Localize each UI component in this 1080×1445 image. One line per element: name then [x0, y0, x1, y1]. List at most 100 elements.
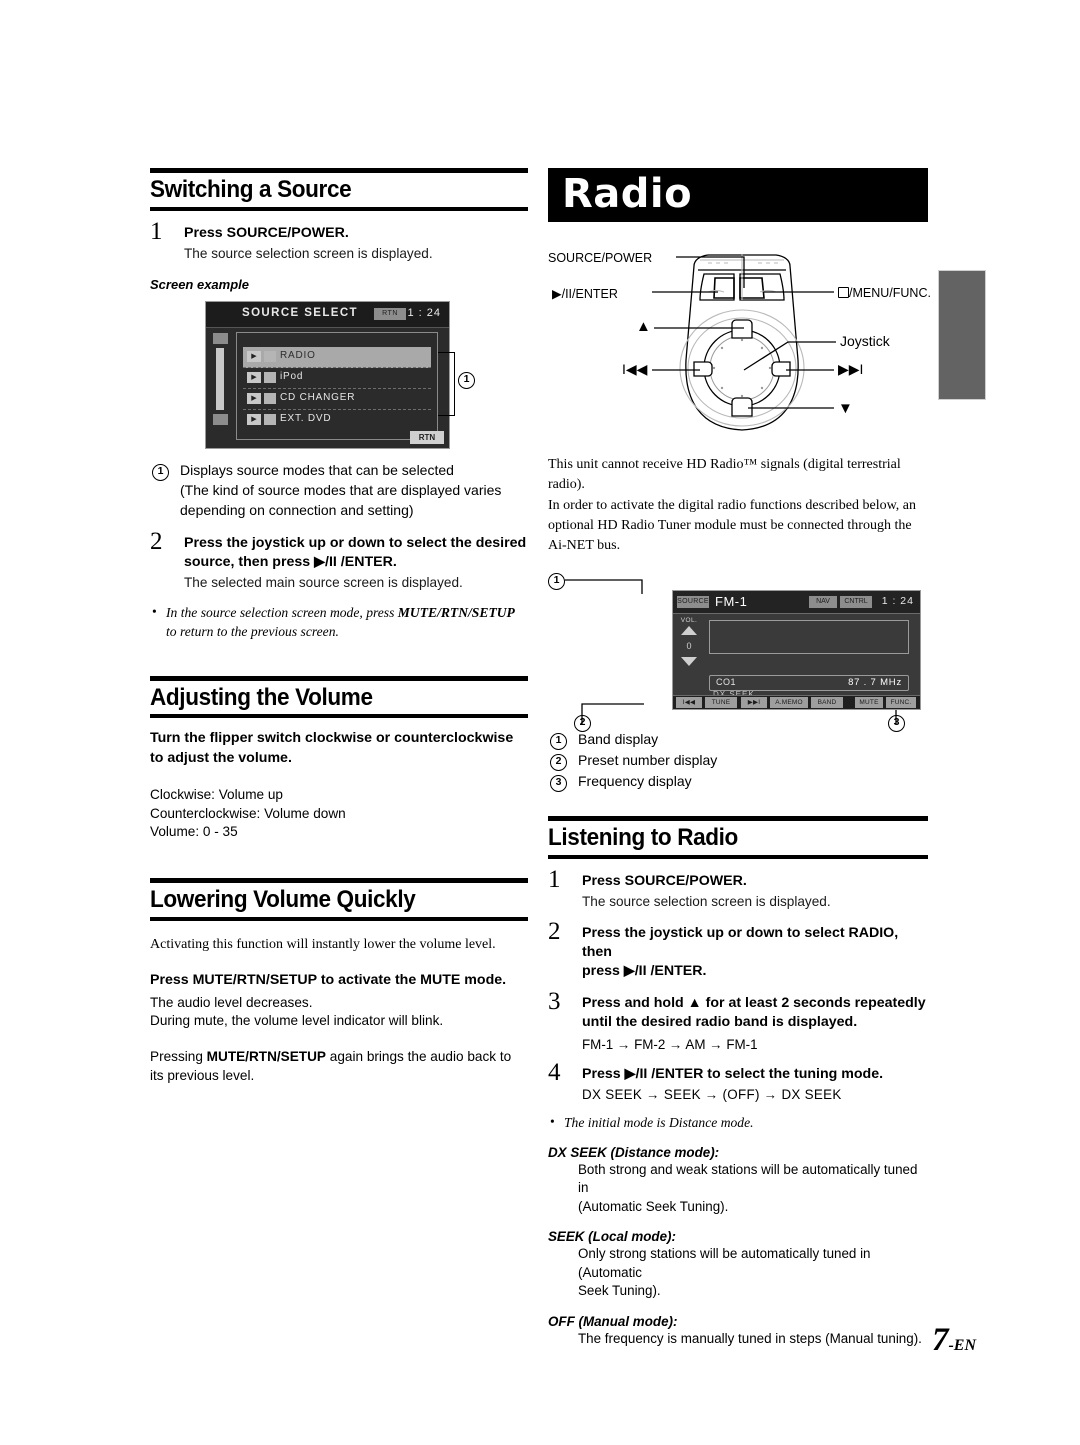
heading-rule-top — [150, 168, 528, 173]
step-text: Press and hold ▲ for at least 2 seconds … — [582, 994, 928, 1032]
step-text-c: source, then press — [184, 553, 315, 570]
document-page: Switching a Source 1 Press SOURCE/POWER.… — [0, 0, 1080, 1445]
callout-description-list: 1 Displays source modes that can be sele… — [150, 461, 528, 521]
volume-value: 0 — [686, 641, 692, 652]
scroll-down-icon — [212, 414, 228, 426]
hd-radio-note: This unit cannot receive HD Radio™ signa… — [548, 455, 928, 556]
step-text-a: Press the — [582, 925, 650, 942]
callout-number: 2 — [550, 752, 567, 772]
step-2-switching: 2 Press the joystick up or down to selec… — [150, 528, 528, 592]
list-item: ▶ iPod — [243, 368, 431, 390]
tuning-chain: DX SEEK → SEEK → (OFF) → DX SEEK — [582, 1086, 842, 1102]
instruction-a: Turn the — [150, 730, 210, 747]
step-text-c: . — [742, 873, 747, 890]
callout-badge: 1 — [152, 463, 169, 481]
radio-button-bar: I◀◀ TUNE ▶▶I A.MEMO BAND MUTE FUNC. — [673, 695, 920, 710]
callout-badge: 1 — [550, 733, 567, 751]
right-column: Radio SOURCE/POWER ▶/II/ENTER /MENU/FUNC… — [548, 168, 931, 1348]
callout-badge: 2 — [550, 754, 567, 772]
step-number: 1 — [150, 217, 163, 245]
label-source-power: SOURCE/POWER — [548, 251, 653, 265]
callout-row: 1 Band display — [548, 730, 928, 751]
volume-instruction: Turn the flipper switch clockwise or cou… — [150, 729, 528, 767]
step-text: Press the joystick up or down to select … — [184, 534, 528, 572]
chapter-banner-radio: Radio — [548, 168, 928, 222]
volume-line: Volume: 0 - 35 — [150, 824, 238, 840]
label-up-arrow: ▲ — [636, 318, 651, 335]
mode-desc-dx-seek: Both strong and weak stations will be au… — [578, 1161, 928, 1217]
callout-badge: 1 — [458, 372, 475, 390]
step-text: Press the joystick up or down to select … — [582, 924, 928, 981]
mute-a: Press — [150, 972, 193, 989]
step-subtext: The source selection screen is displayed… — [582, 893, 831, 909]
scrollbar-track — [216, 348, 224, 411]
callout-row: 1 Displays source modes that can be sele… — [150, 461, 528, 521]
step-text-c: to select the tuning mode. — [703, 1065, 884, 1082]
step-2-listening: 2 Press the joystick up or down to selec… — [548, 918, 928, 981]
play-icon: ▶ — [247, 351, 261, 363]
callout-text: Preset number display — [578, 752, 718, 769]
volume-up-icon — [681, 626, 697, 636]
list-item: ▶ RADIO — [243, 347, 431, 369]
list-item: ▶ CD CHANGER — [243, 389, 431, 411]
ipod-icon — [264, 372, 276, 384]
step-text: Press SOURCE/POWER. — [184, 224, 528, 243]
page-number: 7-EN — [932, 1322, 976, 1359]
heading-rule-bottom — [150, 917, 528, 922]
nav-chip: NAV — [809, 596, 837, 609]
radio-main-screenshot: SOURCE FM-1 NAV CNTRL 1 : 24 VOL. 0 CO1 … — [672, 590, 921, 711]
radio-titlebar: SOURCE FM-1 NAV CNTRL 1 : 24 — [673, 591, 920, 615]
clock-display: 1 : 24 — [407, 307, 441, 320]
step-text-a: Press — [582, 873, 625, 890]
heading-text: Listening to Radio — [548, 824, 738, 852]
play-icon: ▶ — [247, 372, 261, 384]
mute-line: During mute, the volume level indicator … — [150, 1013, 444, 1029]
remote-control-diagram: SOURCE/POWER ▶/II/ENTER /MENU/FUNC. ▲ Jo… — [548, 230, 931, 445]
callout-text: Band display — [578, 731, 659, 748]
label-down-arrow: ▼ — [838, 400, 853, 417]
left-column: Switching a Source 1 Press SOURCE/POWER.… — [150, 168, 528, 1086]
mute-lines: The audio level decreases. During mute, … — [150, 994, 528, 1032]
step-text-c: . — [344, 224, 349, 241]
volume-column: VOL. 0 — [676, 617, 702, 668]
callout-line: (The kind of source modes that are displ… — [180, 482, 502, 499]
step-3-listening: 3 Press and hold ▲ for at least 2 second… — [548, 988, 928, 1052]
step-text-key: joystick — [251, 534, 305, 551]
key-tune: TUNE — [705, 697, 737, 709]
mode-line: Only strong stations will be automatical… — [578, 1246, 871, 1280]
label-joystick: Joystick — [840, 333, 890, 349]
step-text-a: Press — [184, 224, 227, 241]
callout-row: 3 Frequency display — [548, 772, 928, 793]
list-item-label: iPod — [280, 371, 304, 383]
source-select-screenshot: SOURCE SELECT RTN 1 : 24 ▶ RADIO ▶ iPod — [205, 301, 475, 450]
heading-rule-top — [150, 878, 528, 884]
heading-rule-top — [548, 816, 928, 822]
para-key: MUTE/RTN/SETUP — [206, 1049, 326, 1064]
step-text-d: . — [392, 553, 397, 570]
frequency-bar: CO1 87 . 7 MHz — [709, 675, 909, 692]
heading-text: Lowering Volume Quickly — [150, 886, 416, 914]
radio-info-panel — [709, 620, 909, 655]
cntrl-chip: CNTRL — [840, 596, 872, 609]
disc-icon — [264, 414, 276, 426]
hd-note-line: This unit cannot receive HD Radio™ signa… — [548, 457, 901, 493]
scroll-up-icon — [212, 333, 228, 345]
step-text-b: until the desired radio band is displaye… — [582, 1013, 858, 1030]
step-text-a: Press — [582, 1065, 625, 1082]
mode-label-off: OFF (Manual mode): — [548, 1313, 678, 1329]
list-item-label: RADIO — [280, 350, 316, 362]
callout-number: 1 — [152, 462, 169, 482]
section-heading-adjusting-the-volume: Adjusting the Volume — [150, 675, 528, 719]
disc-icon — [264, 393, 276, 405]
key-mute: MUTE — [855, 697, 883, 709]
screenshot-title: SOURCE SELECT — [242, 307, 358, 320]
note-key: MUTE/RTN/SETUP — [397, 604, 515, 620]
play-icon: ▶ — [247, 414, 261, 426]
step-text-a: Press the — [184, 534, 252, 551]
radio-callout-list: 1 Band display 2 Preset number display 3… — [548, 730, 928, 793]
section-heading-lowering-volume-quickly: Lowering Volume Quickly — [150, 878, 528, 922]
step-number: 4 — [548, 1058, 561, 1086]
lowering-intro: Activating this function will instantly … — [150, 937, 496, 953]
key-prev: I◀◀ — [676, 697, 702, 709]
callout-badge: 2 — [574, 714, 591, 732]
